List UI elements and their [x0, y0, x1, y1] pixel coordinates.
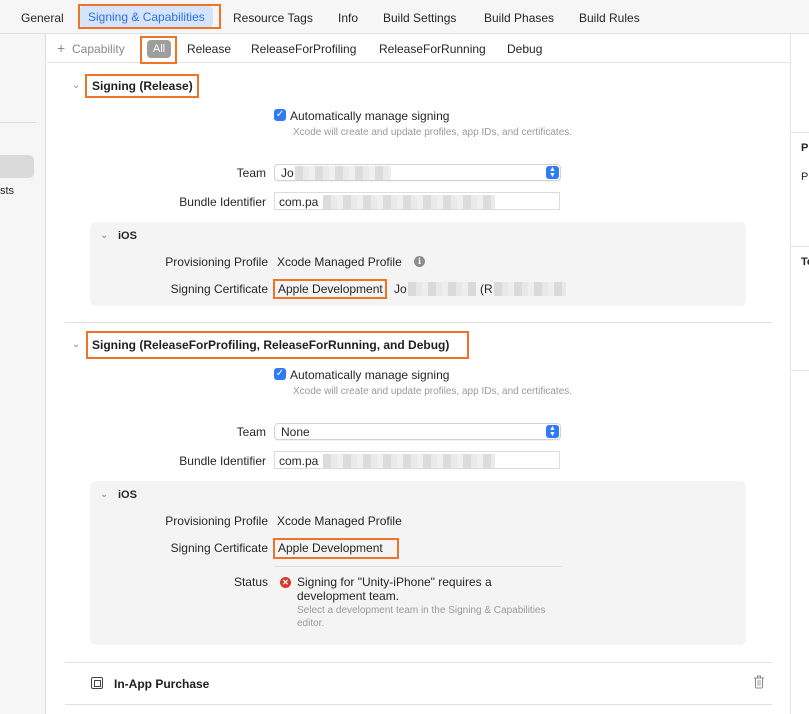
ios-title: iOS: [118, 489, 137, 501]
inspector-divider: [791, 246, 809, 247]
auto-manage-checkbox[interactable]: ✓: [274, 109, 286, 121]
highlight-all-filter: [140, 36, 177, 64]
team-popup[interactable]: None ▲ ▼: [274, 423, 561, 440]
highlight-release-title: [85, 74, 199, 98]
sidebar-item-tests[interactable]: sts: [0, 185, 14, 197]
auto-manage-hint: Xcode will create and update profiles, a…: [293, 386, 573, 397]
ios-title: iOS: [118, 230, 137, 242]
highlight-certificate-release: [273, 279, 387, 299]
tab-resource-tags[interactable]: Resource Tags: [233, 11, 313, 25]
targets-sidebar: sts: [0, 34, 46, 714]
sidebar-selected-target[interactable]: [0, 155, 34, 178]
info-icon[interactable]: i: [414, 256, 425, 267]
status-hint: Select a development team in the Signing…: [297, 605, 546, 629]
tab-build-settings[interactable]: Build Settings: [383, 11, 456, 25]
tab-build-rules[interactable]: Build Rules: [579, 11, 640, 25]
provisioning-profile-value: Xcode Managed Profile: [277, 255, 402, 269]
team-value: None: [281, 425, 310, 439]
section-divider: [65, 662, 772, 663]
filter-release[interactable]: Release: [187, 42, 231, 56]
tab-info[interactable]: Info: [338, 11, 358, 25]
inspector-item: Pr: [801, 171, 809, 183]
status-message: Signing for "Unity-iPhone" requires a de…: [297, 575, 492, 603]
bundle-id-value: com.pa: [279, 454, 319, 468]
inspector-divider: [791, 132, 809, 133]
chevron-down-icon[interactable]: ⌄: [100, 230, 108, 241]
signing-certificate-label: Signing Certificate: [170, 282, 268, 296]
team-value: Jo: [281, 166, 294, 180]
team-label: Team: [236, 166, 266, 180]
in-app-purchase-icon: [91, 677, 103, 689]
certificate-owner: Jo: [394, 282, 407, 296]
tab-build-phases[interactable]: Build Phases: [484, 11, 554, 25]
inspector-heading: Pr: [801, 142, 809, 154]
redacted-text: [408, 282, 476, 296]
chevron-down-icon[interactable]: ⌄: [72, 339, 80, 350]
auto-manage-checkbox[interactable]: ✓: [274, 368, 286, 380]
provisioning-profile-value: Xcode Managed Profile: [277, 514, 402, 528]
certificate-id: (R: [480, 282, 493, 296]
section-divider: [65, 704, 772, 705]
sidebar-divider: [0, 122, 36, 123]
inspector-heading: To: [801, 256, 809, 268]
team-popup[interactable]: Jo ▲ ▼: [274, 164, 561, 181]
status-divider: [274, 566, 562, 567]
bundle-id-label: Bundle Identifier: [179, 195, 266, 209]
add-capability-plus-icon[interactable]: +: [57, 40, 65, 56]
add-capability-button[interactable]: Capability: [72, 42, 125, 56]
auto-manage-label: Automatically manage signing: [290, 368, 450, 382]
redacted-text: [295, 166, 391, 180]
in-app-purchase-title: In-App Purchase: [114, 677, 210, 691]
filter-debug[interactable]: Debug: [507, 42, 542, 56]
chevron-updown-icon: ▲ ▼: [546, 166, 559, 179]
inspector-pane: Pr Pr To: [790, 34, 809, 714]
highlight-certificate-debug: [273, 538, 399, 559]
team-label: Team: [236, 425, 266, 439]
bundle-id-label: Bundle Identifier: [179, 454, 266, 468]
bundle-id-field[interactable]: com.pa: [274, 192, 560, 210]
highlight-debug-title: [86, 331, 469, 359]
inspector-divider: [791, 370, 809, 371]
signing-certificate-label: Signing Certificate: [170, 541, 268, 555]
redacted-text: [323, 195, 495, 209]
chevron-updown-icon: ▲ ▼: [546, 425, 559, 438]
error-icon: ✕: [280, 577, 291, 588]
trash-icon[interactable]: [753, 675, 765, 689]
auto-manage-hint: Xcode will create and update profiles, a…: [293, 127, 573, 138]
status-label: Status: [233, 575, 268, 589]
filter-release-for-profiling[interactable]: ReleaseForProfiling: [251, 42, 356, 56]
section-divider: [65, 322, 772, 323]
highlight-signing-tab: [78, 4, 221, 29]
tab-general[interactable]: General: [21, 11, 64, 25]
provisioning-profile-label: Provisioning Profile: [165, 255, 268, 269]
redacted-text: [323, 454, 495, 468]
auto-manage-label: Automatically manage signing: [290, 109, 450, 123]
chevron-down-icon[interactable]: ⌄: [100, 489, 108, 500]
bundle-id-value: com.pa: [279, 195, 319, 209]
redacted-text: [494, 282, 566, 296]
filter-release-for-running[interactable]: ReleaseForRunning: [379, 42, 486, 56]
provisioning-profile-label: Provisioning Profile: [165, 514, 268, 528]
bundle-id-field[interactable]: com.pa: [274, 451, 560, 469]
chevron-down-icon[interactable]: ⌄: [72, 80, 80, 91]
